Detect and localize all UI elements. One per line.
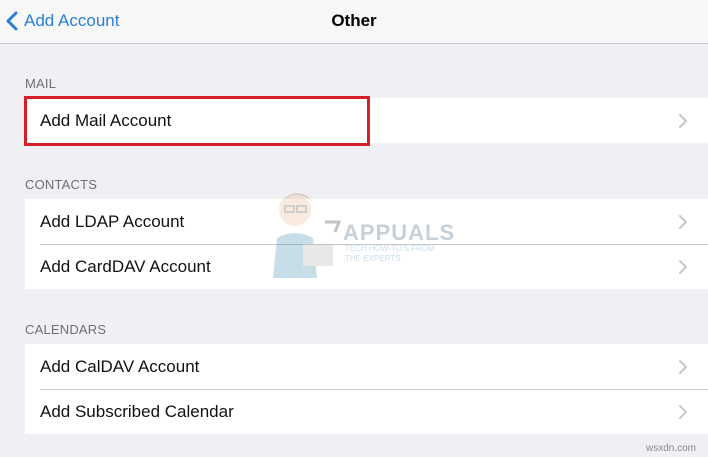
- chevron-right-icon: [679, 405, 687, 419]
- section-header-mail: MAIL: [25, 76, 57, 91]
- section-header-calendars: CALENDARS: [25, 322, 107, 337]
- row-label: Add Subscribed Calendar: [40, 401, 234, 421]
- row-add-ldap-account[interactable]: Add LDAP Account: [25, 199, 708, 244]
- row-label: Add Mail Account: [40, 110, 172, 130]
- group-calendars: Add CalDAV Account Add Subscribed Calend…: [25, 344, 708, 434]
- row-add-mail-account[interactable]: Add Mail Account: [25, 98, 708, 143]
- chevron-right-icon: [679, 215, 687, 229]
- row-add-caldav-account[interactable]: Add CalDAV Account: [25, 344, 708, 389]
- row-add-subscribed-calendar[interactable]: Add Subscribed Calendar: [25, 389, 708, 434]
- site-watermark: wsxdn.com: [645, 443, 696, 454]
- row-label: Add LDAP Account: [40, 211, 185, 231]
- row-add-carddav-account[interactable]: Add CardDAV Account: [25, 244, 708, 289]
- group-contacts: Add LDAP Account Add CardDAV Account: [25, 199, 708, 289]
- row-label: Add CardDAV Account: [40, 256, 211, 276]
- group-mail: Add Mail Account: [25, 98, 708, 143]
- navigation-bar: Add Account Other: [0, 0, 708, 44]
- section-header-contacts: CONTACTS: [25, 177, 98, 192]
- page-title: Other: [331, 11, 377, 30]
- chevron-right-icon: [679, 260, 687, 274]
- chevron-right-icon: [679, 114, 687, 128]
- row-label: Add CalDAV Account: [40, 356, 200, 376]
- chevron-right-icon: [679, 360, 687, 374]
